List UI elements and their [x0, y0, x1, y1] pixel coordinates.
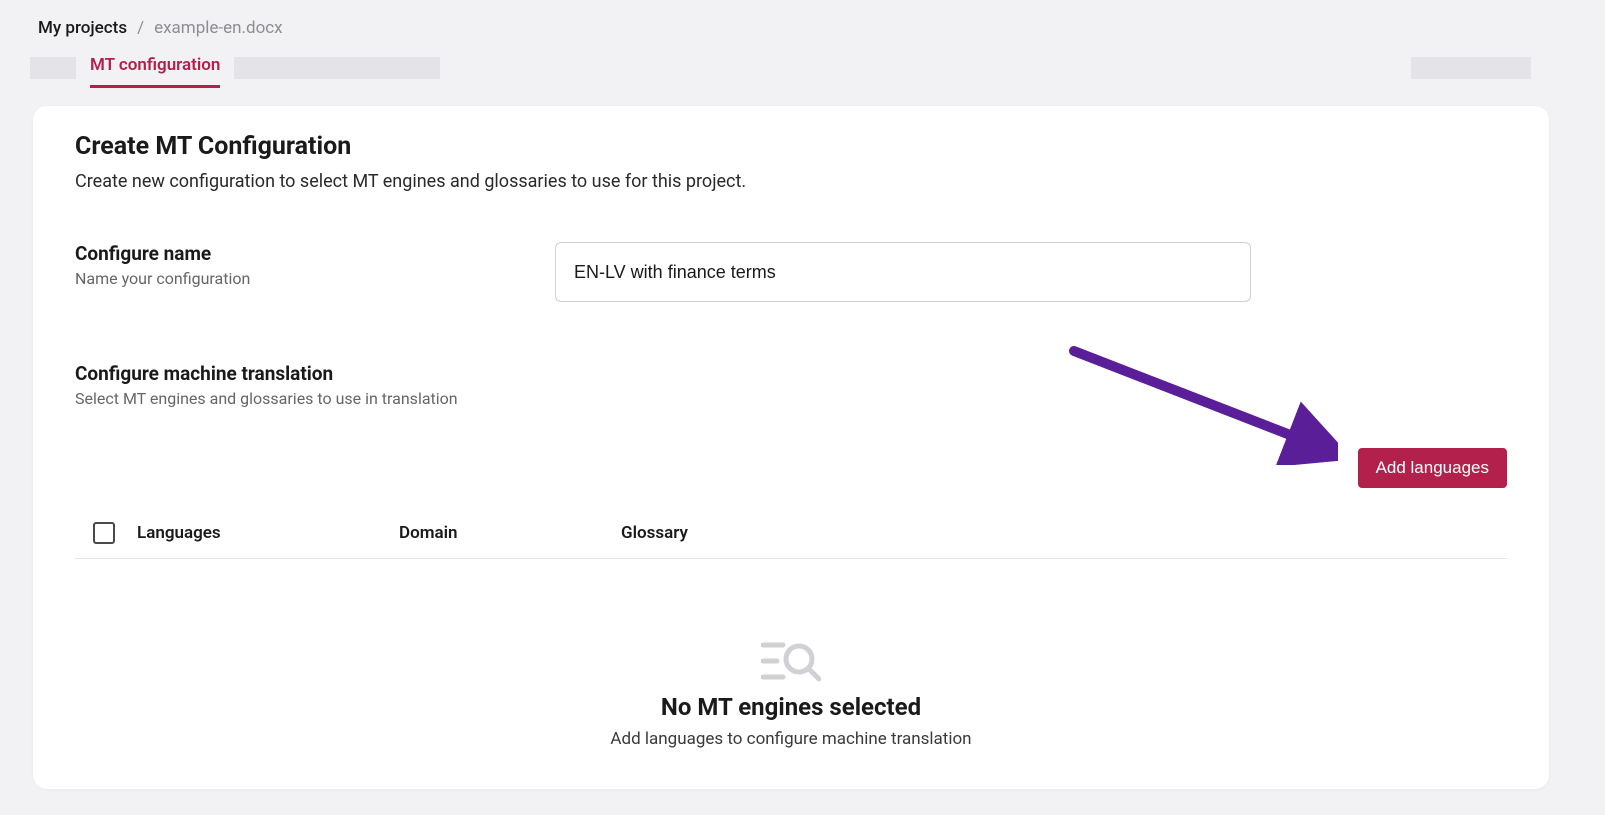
empty-state: No MT engines selected Add languages to …: [75, 639, 1507, 749]
empty-state-subtitle: Add languages to configure machine trans…: [610, 729, 971, 749]
empty-state-title: No MT engines selected: [661, 693, 921, 721]
tabs-row: MT configuration: [0, 48, 1605, 88]
select-all-checkbox[interactable]: [93, 522, 115, 544]
breadcrumb-current: example-en.docx: [154, 18, 283, 38]
languages-table-header: Languages Domain Glossary: [75, 510, 1507, 559]
column-languages: Languages: [137, 523, 377, 543]
add-languages-button[interactable]: Add languages: [1358, 448, 1507, 488]
column-glossary: Glossary: [621, 523, 821, 543]
configure-name-hint: Name your configuration: [75, 269, 495, 288]
config-card: Create MT Configuration Create new confi…: [33, 106, 1549, 789]
breadcrumb-separator: /: [137, 18, 144, 38]
tab-placeholder: [234, 57, 440, 79]
configure-mt-label: Configure machine translation: [75, 362, 1507, 385]
configure-name-label-block: Configure name Name your configuration: [75, 242, 495, 302]
configure-name-label: Configure name: [75, 242, 495, 265]
tab-placeholder: [1411, 57, 1531, 79]
configure-mt-section: Configure machine translation Select MT …: [75, 362, 1507, 408]
breadcrumb: My projects / example-en.docx: [0, 0, 1605, 48]
column-domain: Domain: [399, 523, 599, 543]
tab-mt-configuration[interactable]: MT configuration: [90, 48, 220, 88]
configure-mt-hint: Select MT engines and glossaries to use …: [75, 389, 1507, 408]
empty-search-icon: [761, 639, 821, 685]
configuration-name-input[interactable]: [555, 242, 1251, 302]
page-description: Create new configuration to select MT en…: [75, 171, 1507, 192]
breadcrumb-root[interactable]: My projects: [38, 18, 127, 38]
tab-placeholder: [30, 57, 76, 79]
page-title: Create MT Configuration: [75, 132, 1507, 161]
add-languages-row: Add languages: [75, 448, 1507, 488]
configure-name-row: Configure name Name your configuration: [75, 242, 1507, 302]
